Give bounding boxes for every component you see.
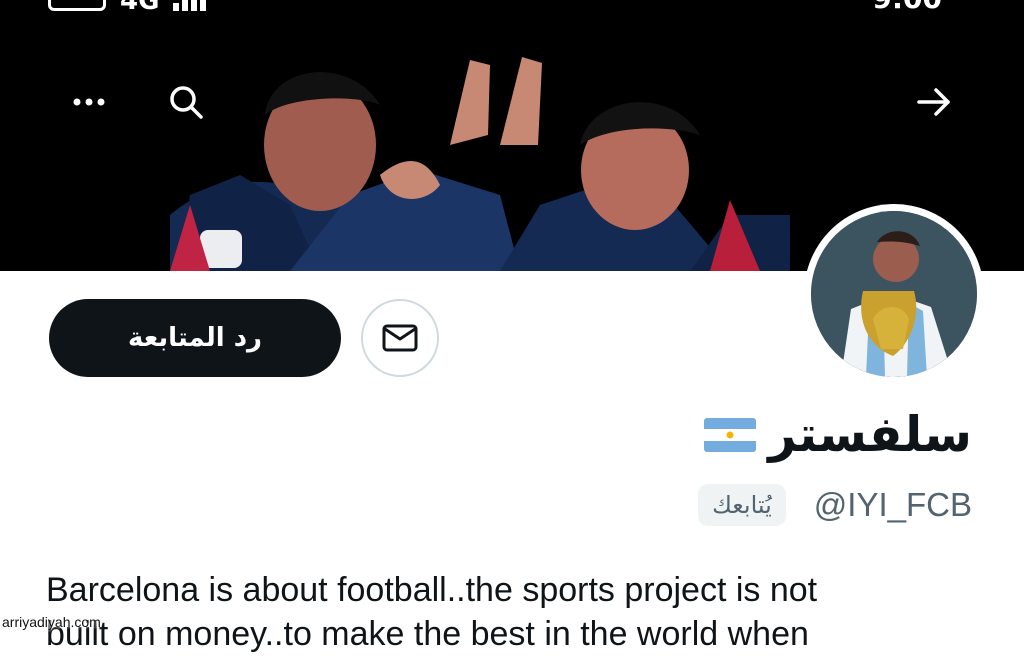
- more-icon[interactable]: [69, 82, 109, 122]
- status-bar-left: 4G: [48, 0, 207, 16]
- bio-line-1: Barcelona is about football..the sports …: [46, 571, 818, 609]
- bio-line-2: built on money..to make the best in the …: [46, 615, 809, 653]
- forward-arrow-icon[interactable]: [914, 82, 954, 122]
- message-button[interactable]: [361, 299, 439, 377]
- status-time: 9:00: [872, 0, 942, 15]
- profile-handle: @IYI_FCB: [813, 486, 972, 523]
- follows-you-badge: يُتابعك: [698, 484, 786, 526]
- envelope-icon: [382, 324, 418, 352]
- display-name-row: سلفستر: [704, 406, 972, 463]
- profile-bio: Barcelona is about football..the sports …: [46, 568, 1006, 656]
- follow-back-button[interactable]: رد المتابعة: [49, 299, 341, 377]
- avatar[interactable]: [804, 204, 984, 384]
- avatar-image: [811, 211, 977, 377]
- network-label: 4G: [120, 0, 160, 16]
- site-watermark: arriyadiyah.com: [2, 614, 101, 630]
- handle-row: يُتابعك @IYI_FCB: [698, 484, 972, 526]
- avatar-player-image: [811, 211, 977, 377]
- argentina-flag-icon: [704, 417, 757, 452]
- battery-icon: [48, 0, 106, 11]
- display-name: سلفستر: [768, 406, 972, 463]
- signal-icon: [173, 0, 207, 11]
- banner-players-image: [170, 57, 790, 271]
